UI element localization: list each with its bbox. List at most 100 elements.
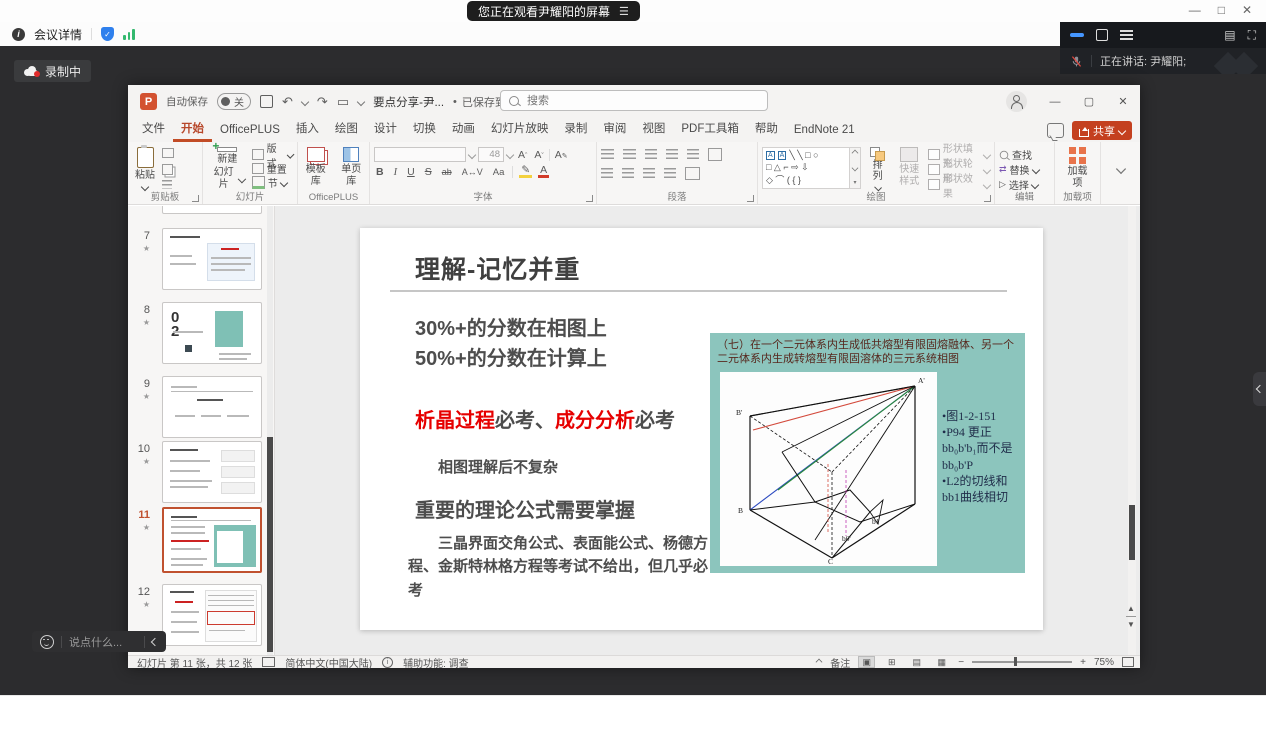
account-avatar[interactable] <box>1006 91 1027 112</box>
speaker-view-icon[interactable] <box>1070 33 1084 37</box>
font-size-select[interactable]: 48 <box>478 147 504 162</box>
change-case-button[interactable]: Aa <box>491 167 507 178</box>
undo-icon[interactable]: ↶ <box>282 95 293 108</box>
text-direction-icon[interactable] <box>708 148 722 161</box>
share-button[interactable]: 共享 <box>1072 121 1132 140</box>
tab-insert[interactable]: 插入 <box>288 116 327 142</box>
zoom-slider[interactable] <box>972 661 1072 663</box>
next-slide-icon[interactable]: ▼ <box>1127 620 1135 629</box>
paste-button[interactable]: 粘贴 <box>132 146 158 191</box>
shrink-font-button[interactable]: Aˇ <box>532 149 545 161</box>
viewing-banner[interactable]: 您正在观看尹耀阳的屏幕 ☰ <box>467 1 640 21</box>
columns-icon[interactable] <box>685 167 700 180</box>
comments-icon[interactable] <box>1047 123 1064 138</box>
justify-icon[interactable] <box>664 168 676 179</box>
underline-button[interactable]: U <box>405 166 417 178</box>
arrange-button[interactable]: 排列 <box>865 146 890 191</box>
tab-animations[interactable]: 动画 <box>444 116 483 142</box>
zoom-level[interactable]: 75% <box>1094 657 1114 668</box>
save-icon[interactable] <box>260 95 273 108</box>
template-library-button[interactable]: 模板库 <box>302 146 330 191</box>
zoom-out-button[interactable]: − <box>958 657 964 668</box>
language-status[interactable]: 简体中文(中国大陆) <box>285 655 372 670</box>
bullets-icon[interactable] <box>601 149 614 160</box>
ppt-minimize-icon[interactable]: — <box>1038 85 1072 118</box>
collapse-chat-icon[interactable] <box>151 637 159 645</box>
character-spacing-button[interactable]: A↔V <box>460 167 485 177</box>
grow-font-button[interactable]: Aˆ <box>516 149 529 161</box>
thumbnail-scrollbar-thumb[interactable] <box>267 437 273 652</box>
section-button[interactable]: 节 <box>252 176 293 189</box>
align-center-icon[interactable] <box>622 168 634 179</box>
more-commands-chevron-icon[interactable] <box>357 97 365 105</box>
zoom-slider-thumb[interactable] <box>1014 657 1017 666</box>
display-settings-icon[interactable] <box>262 657 275 667</box>
tab-draw[interactable]: 绘图 <box>327 116 366 142</box>
network-signal-icon[interactable] <box>123 29 135 40</box>
close-icon[interactable]: ✕ <box>1242 3 1252 17</box>
document-title[interactable]: 要点分享-尹... <box>373 94 444 110</box>
shapes-row3[interactable]: ◇ ⌒ ( { } <box>766 176 846 185</box>
italic-button[interactable]: I <box>392 167 400 178</box>
shapes-row2[interactable]: □ △ ⌐ ⇨ ⇩ <box>766 163 846 172</box>
font-dialog-launcher-icon[interactable] <box>586 195 593 202</box>
accessibility-status[interactable]: 辅助功能: 调查 <box>403 655 469 670</box>
banner-menu-icon[interactable]: ☰ <box>619 5 629 18</box>
emoji-icon[interactable] <box>40 635 54 649</box>
find-button[interactable]: 查找 <box>999 148 1039 161</box>
info-icon[interactable]: i <box>12 28 25 41</box>
numbering-icon[interactable] <box>623 149 636 160</box>
gallery-more-icon[interactable]: ▾ <box>853 179 856 186</box>
canvas-scrollbar-thumb[interactable] <box>1129 505 1135 560</box>
textbox-v-icon[interactable]: A <box>778 151 787 160</box>
gallery-down-icon[interactable] <box>852 164 859 171</box>
thumbnail-scrollbar[interactable] <box>267 206 273 655</box>
slide-sorter-view-button[interactable]: ⊞ <box>883 656 900 668</box>
reset-button[interactable]: 重置 <box>252 162 293 175</box>
current-slide[interactable]: 理解-记忆并重 30%+的分数在相图上 50%+的分数在计算上 析晶过程必考、成… <box>360 228 1043 630</box>
cut-icon[interactable] <box>162 148 174 158</box>
gallery-up-icon[interactable] <box>852 150 859 157</box>
redo-icon[interactable]: ↷ <box>317 95 328 108</box>
font-name-select[interactable] <box>374 147 466 162</box>
align-left-icon[interactable] <box>601 168 613 179</box>
textbox-h-icon[interactable]: A <box>766 151 775 160</box>
search-box[interactable] <box>500 90 768 111</box>
shapes-row1[interactable]: ╲ ╲ □ ○ <box>789 151 818 160</box>
thumbnail-slide7[interactable] <box>162 228 262 290</box>
shapes-gallery[interactable]: A A ╲ ╲ □ ○ □ △ ⌐ ⇨ ⇩ ◇ ⌒ ( { } <box>762 147 850 189</box>
collapse-ribbon-chevron-icon[interactable] <box>1115 163 1125 173</box>
search-input[interactable] <box>525 94 759 108</box>
tab-help[interactable]: 帮助 <box>747 116 786 142</box>
tab-pdf-tools[interactable]: PDF工具箱 <box>673 116 747 142</box>
strikethrough-button[interactable]: S <box>423 166 434 178</box>
tab-transitions[interactable]: 切换 <box>405 116 444 142</box>
highlight-color-button[interactable]: ✎ <box>519 166 532 178</box>
slideshow-icon[interactable]: ▭ <box>337 95 349 108</box>
line-spacing-icon[interactable] <box>687 149 699 160</box>
decrease-indent-icon[interactable] <box>645 149 657 160</box>
clear-formatting-button[interactable]: A✎ <box>553 149 570 161</box>
format-painter-icon[interactable] <box>162 180 172 189</box>
quick-styles-button[interactable]: 快速样式 <box>894 146 924 191</box>
slideshow-view-button[interactable]: ▦ <box>933 656 950 668</box>
shapes-gallery-scrollbar[interactable]: ▾ <box>850 147 861 189</box>
autosave-toggle[interactable]: 关 <box>217 93 251 110</box>
canvas-scrollbar[interactable] <box>1128 206 1136 655</box>
chat-quick-input[interactable]: 说点什么... <box>32 631 166 652</box>
thumbnail-slide9[interactable] <box>162 376 262 438</box>
addins-button[interactable]: 加载项 <box>1064 146 1092 191</box>
previous-slide-icon[interactable]: ▲ <box>1127 604 1135 613</box>
paragraph-dialog-launcher-icon[interactable] <box>747 195 754 202</box>
thumbnail-slide6-partial[interactable] <box>162 206 262 214</box>
layout-button[interactable]: 版式 <box>252 148 293 161</box>
ppt-restore-icon[interactable]: ▢ <box>1072 85 1106 118</box>
fullscreen-icon[interactable]: ⛶ <box>1248 28 1256 43</box>
tab-file[interactable]: 文件 <box>134 116 173 142</box>
bold-button[interactable]: B <box>374 166 386 178</box>
tab-review[interactable]: 审阅 <box>595 116 634 142</box>
minimize-icon[interactable]: — <box>1189 3 1201 17</box>
ppt-close-icon[interactable]: ✕ <box>1106 85 1140 118</box>
tab-design[interactable]: 设计 <box>366 116 405 142</box>
thumbnail-slide11-selected[interactable] <box>162 507 262 573</box>
